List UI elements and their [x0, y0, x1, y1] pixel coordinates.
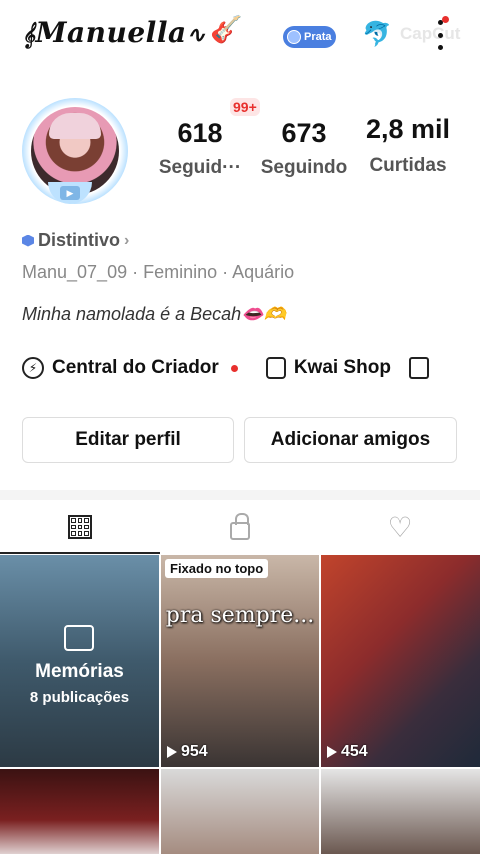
- following-label: Seguindo: [260, 157, 348, 178]
- guitar-icon: 🎸: [210, 14, 243, 44]
- video-tile[interactable]: [321, 769, 480, 854]
- treble-clef-icon: 𝄞: [22, 22, 36, 48]
- likes-count: 2,8 mil: [365, 114, 451, 144]
- partial-link-icon: [408, 357, 429, 379]
- badge-link[interactable]: Distintivo ›: [22, 230, 129, 251]
- likes-label: Curtidas: [369, 155, 447, 176]
- edit-profile-button[interactable]: Editar perfil: [22, 417, 234, 463]
- heart-icon: ♡: [387, 511, 413, 543]
- pinned-label: Fixado no topo: [165, 559, 269, 578]
- memories-tile[interactable]: Memórias 8 publicações: [0, 555, 159, 767]
- swirl-decoration-icon: ∿: [186, 22, 206, 48]
- section-divider: [0, 490, 480, 500]
- grid-icon: [68, 515, 92, 539]
- followers-stat[interactable]: 618 Seguid···: [148, 118, 252, 179]
- menu-notification-dot: [442, 16, 449, 23]
- tab-private[interactable]: [160, 500, 320, 554]
- pinned-video-tile[interactable]: Fixado no topo pra sempre... 954: [161, 555, 319, 767]
- play-icon: [167, 746, 177, 758]
- creator-center-link[interactable]: ⚡ Central do Criador: [22, 357, 238, 379]
- capcut-watermark: CapCut: [400, 24, 461, 43]
- hexagon-badge-icon: [22, 234, 34, 247]
- quick-links-row: ⚡ Central do Criador Kwai Shop: [22, 354, 480, 382]
- lock-icon: [230, 513, 250, 540]
- tier-badge[interactable]: Prata: [283, 26, 336, 48]
- followers-label: Seguid···: [158, 157, 242, 178]
- followers-count: 618: [177, 118, 223, 148]
- memories-count: 8 publicações: [29, 689, 130, 706]
- profile-info-line: Manu_07_09 · Feminino · Aquário: [22, 262, 295, 282]
- play-icon: [327, 746, 337, 758]
- following-stat[interactable]: 673 Seguindo: [252, 118, 356, 179]
- video-caption: pra sempre...: [165, 603, 315, 628]
- tier-badge-icon: [287, 30, 301, 44]
- kwai-shop-link[interactable]: Kwai Shop: [265, 357, 391, 379]
- add-friends-button[interactable]: Adicionar amigos: [244, 417, 457, 463]
- profile-tabs: ♡: [0, 500, 480, 554]
- lightning-icon: ⚡: [22, 357, 44, 379]
- view-count: 454: [327, 743, 368, 761]
- tab-liked[interactable]: ♡: [320, 500, 480, 554]
- dolphin-icon[interactable]: 🐬: [362, 20, 392, 49]
- more-links-partial[interactable]: [408, 357, 429, 379]
- view-count: 954: [167, 743, 208, 761]
- video-tile[interactable]: [0, 769, 159, 854]
- chevron-right-icon: ›: [124, 231, 130, 249]
- video-tile[interactable]: [161, 769, 319, 854]
- notification-badge: 99+: [230, 98, 260, 116]
- shopping-bag-icon: [265, 357, 286, 379]
- memories-title: Memórias: [35, 661, 124, 682]
- more-menu-button[interactable]: [436, 16, 449, 50]
- memories-lock-icon: [64, 625, 94, 651]
- video-icon: ▶: [60, 186, 80, 200]
- top-header: 𝄞Manuella∿ 🎸 Prata 🐬 CapCut: [0, 0, 480, 76]
- profile-display-name: 𝄞Manuella∿: [22, 16, 206, 49]
- likes-stat[interactable]: 2,8 mil Curtidas: [356, 114, 460, 177]
- tab-posts[interactable]: [0, 500, 160, 554]
- following-count: 673: [281, 118, 327, 148]
- video-tile[interactable]: 454: [321, 555, 480, 767]
- creator-notification-dot: [230, 364, 238, 372]
- profile-bio: Minha namolada é a Becah👄🫶: [22, 304, 286, 324]
